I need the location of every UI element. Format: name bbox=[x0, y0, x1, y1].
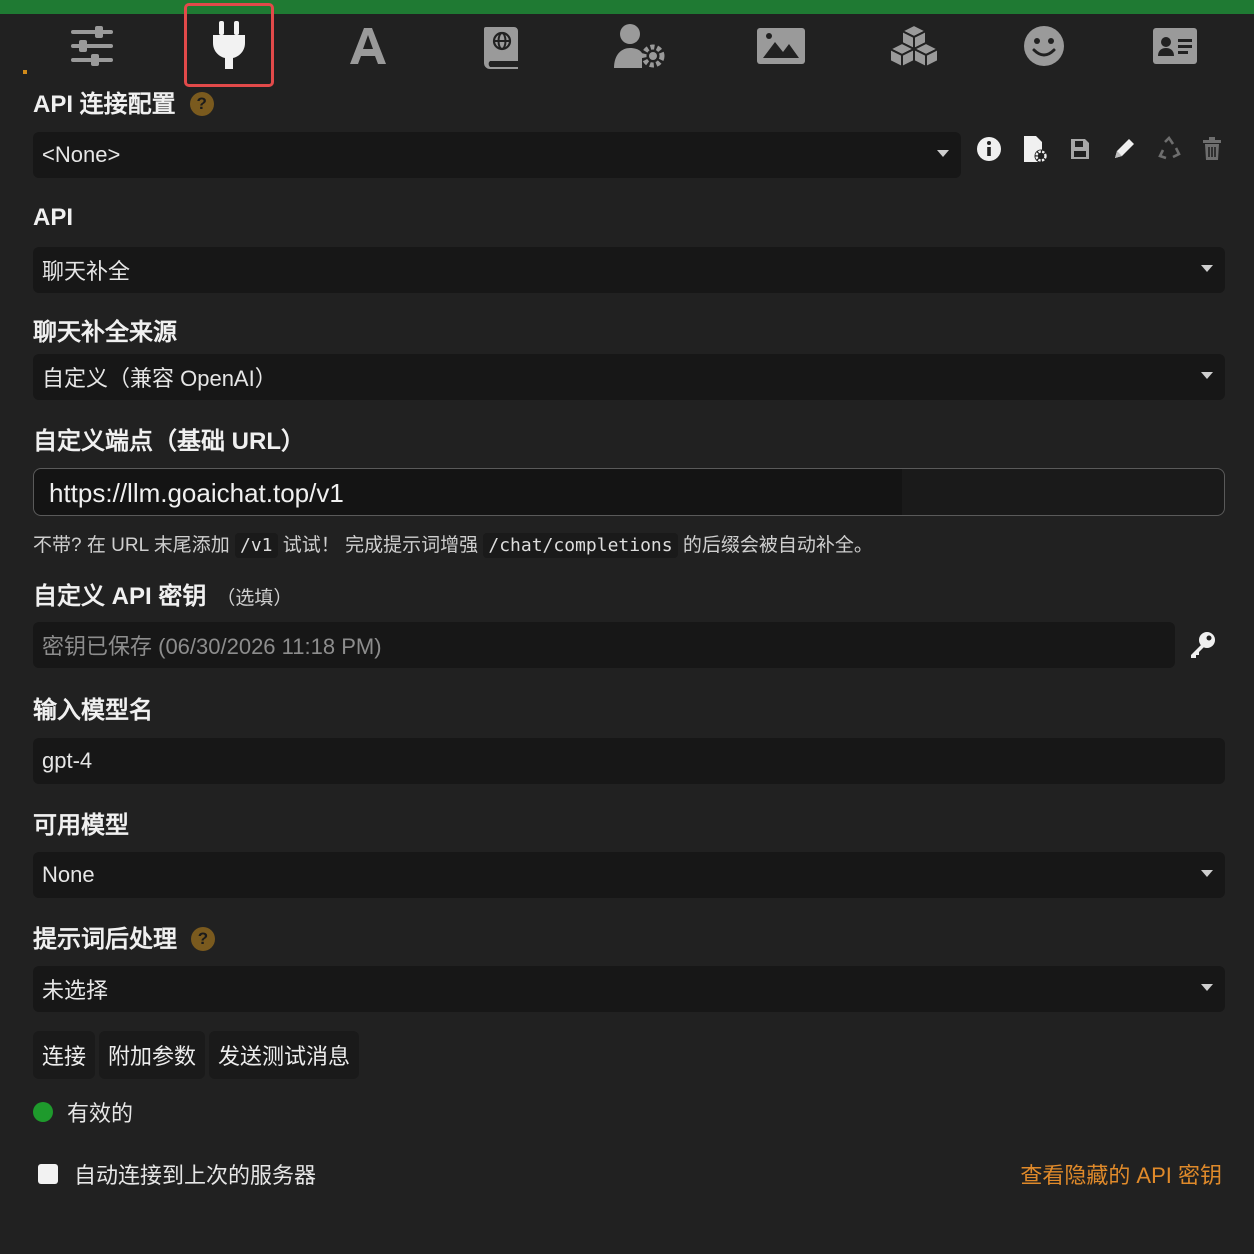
smile-icon bbox=[1024, 26, 1064, 66]
action-buttons: 连接 附加参数 发送测试消息 bbox=[33, 1031, 360, 1079]
user-gear-icon bbox=[614, 24, 665, 68]
connection-profile-title: API 连接配置 bbox=[33, 91, 176, 118]
font-icon bbox=[350, 28, 386, 64]
connection-profile-value: <None> bbox=[42, 142, 121, 167]
nav-tab-characters[interactable] bbox=[1137, 18, 1213, 74]
api-key-label: 自定义 API 密钥 （选填） bbox=[33, 576, 292, 611]
post-processing-label: 提示词后处理 bbox=[33, 926, 177, 953]
manage-keys-button[interactable] bbox=[1188, 630, 1218, 660]
chevron-down-icon bbox=[937, 150, 949, 157]
source-label: 聊天补全来源 bbox=[33, 319, 177, 346]
chevron-down-icon bbox=[1201, 265, 1213, 272]
profile-create-button[interactable] bbox=[1018, 132, 1052, 166]
connection-status: 有效的 bbox=[33, 1096, 133, 1128]
auto-connect-label[interactable]: 自动连接到上次的服务器 bbox=[74, 1158, 316, 1190]
endpoint-url-value: https://llm.goaichat.top/v1 bbox=[49, 478, 344, 508]
model-name-value: gpt-4 bbox=[42, 748, 93, 773]
chevron-down-icon bbox=[1201, 870, 1213, 877]
nav-tab-formatting[interactable] bbox=[330, 18, 406, 74]
nav-tab-extensions[interactable] bbox=[876, 18, 952, 74]
source-select[interactable]: 自定义（兼容 OpenAI） bbox=[33, 354, 1225, 400]
cubes-icon bbox=[890, 23, 938, 69]
available-models-label: 可用模型 bbox=[33, 812, 129, 839]
key-icon bbox=[1191, 632, 1215, 658]
nav-tab-ai-settings[interactable] bbox=[54, 18, 130, 74]
nav-tab-personas[interactable] bbox=[1006, 18, 1082, 74]
api-key-placeholder: 密钥已保存 (06/30/2026 11:18 PM) bbox=[42, 634, 382, 659]
nav-tab-user-settings[interactable] bbox=[602, 18, 678, 74]
api-select[interactable]: 聊天补全 bbox=[33, 247, 1225, 293]
plug-icon bbox=[213, 21, 245, 69]
connect-button[interactable]: 连接 bbox=[33, 1031, 96, 1079]
status-dot bbox=[33, 1102, 53, 1122]
profile-reload-button[interactable] bbox=[1152, 132, 1186, 166]
view-hidden-keys-link[interactable]: 查看隐藏的 API 密钥 bbox=[1020, 1158, 1222, 1190]
status-text: 有效的 bbox=[67, 1101, 134, 1126]
id-card-icon bbox=[1153, 28, 1197, 64]
endpoint-label: 自定义端点（基础 URL） bbox=[33, 428, 305, 455]
image-icon bbox=[757, 28, 805, 64]
chevron-down-icon bbox=[1201, 372, 1213, 379]
connection-profile-select[interactable]: <None> bbox=[33, 132, 961, 178]
auto-connect-row: 自动连接到上次的服务器 bbox=[38, 1158, 316, 1190]
help-icon[interactable]: ? bbox=[189, 91, 214, 116]
auto-connect-checkbox[interactable] bbox=[38, 1164, 58, 1184]
top-nav bbox=[0, 3, 1254, 87]
api-key-label-text: 自定义 API 密钥 bbox=[33, 583, 207, 610]
profile-rename-button[interactable] bbox=[1107, 132, 1141, 166]
api-key-input[interactable]: 密钥已保存 (06/30/2026 11:18 PM) bbox=[33, 622, 1175, 668]
hint-text: 的后缀会被自动补全。 bbox=[682, 535, 873, 556]
connection-profile-heading: API 连接配置? bbox=[33, 84, 214, 119]
chevron-down-icon bbox=[1201, 984, 1213, 991]
help-icon[interactable]: ? bbox=[191, 926, 215, 951]
profile-save-button[interactable] bbox=[1063, 132, 1097, 166]
hint-text: 试试！ 完成提示词增强 bbox=[282, 535, 479, 556]
trash-icon bbox=[1203, 137, 1221, 160]
book-globe-icon bbox=[484, 27, 518, 69]
pencil-icon bbox=[1115, 139, 1134, 158]
nav-tab-api-connections[interactable] bbox=[184, 3, 274, 87]
recycle-icon bbox=[1158, 136, 1181, 160]
hint-code: /v1 bbox=[235, 533, 278, 558]
endpoint-url-input[interactable]: https://llm.goaichat.top/v1 bbox=[33, 468, 1225, 516]
post-processing-heading: 提示词后处理? bbox=[33, 919, 215, 954]
hint-code: /chat/completions bbox=[483, 533, 678, 558]
info-icon bbox=[977, 137, 1001, 161]
post-processing-value: 未选择 bbox=[42, 978, 109, 1003]
send-test-button[interactable]: 发送测试消息 bbox=[209, 1031, 360, 1079]
model-name-label: 输入模型名 bbox=[33, 697, 153, 724]
file-cog-icon bbox=[1024, 136, 1048, 163]
post-processing-select[interactable]: 未选择 bbox=[33, 966, 1225, 1012]
available-models-value: None bbox=[42, 862, 95, 887]
hint-text: 不带? 在 URL 末尾添加 bbox=[33, 535, 230, 556]
source-value: 自定义（兼容 OpenAI） bbox=[42, 366, 277, 391]
endpoint-hint: 不带? 在 URL 末尾添加 /v1 试试！ 完成提示词增强 /chat/com… bbox=[33, 530, 873, 558]
optional-hint: （选填） bbox=[216, 588, 293, 609]
available-models-select[interactable]: None bbox=[33, 852, 1225, 898]
profile-info-button[interactable] bbox=[972, 132, 1006, 166]
model-name-input[interactable]: gpt-4 bbox=[33, 738, 1225, 784]
extra-params-button[interactable]: 附加参数 bbox=[99, 1031, 206, 1079]
nav-tab-world-info[interactable] bbox=[464, 18, 540, 74]
nav-tab-backgrounds[interactable] bbox=[743, 18, 819, 74]
api-label: API bbox=[33, 204, 74, 231]
save-icon bbox=[1071, 139, 1089, 159]
profile-delete-button[interactable] bbox=[1195, 132, 1229, 166]
sliders-icon bbox=[71, 26, 113, 66]
api-value: 聊天补全 bbox=[42, 259, 131, 284]
